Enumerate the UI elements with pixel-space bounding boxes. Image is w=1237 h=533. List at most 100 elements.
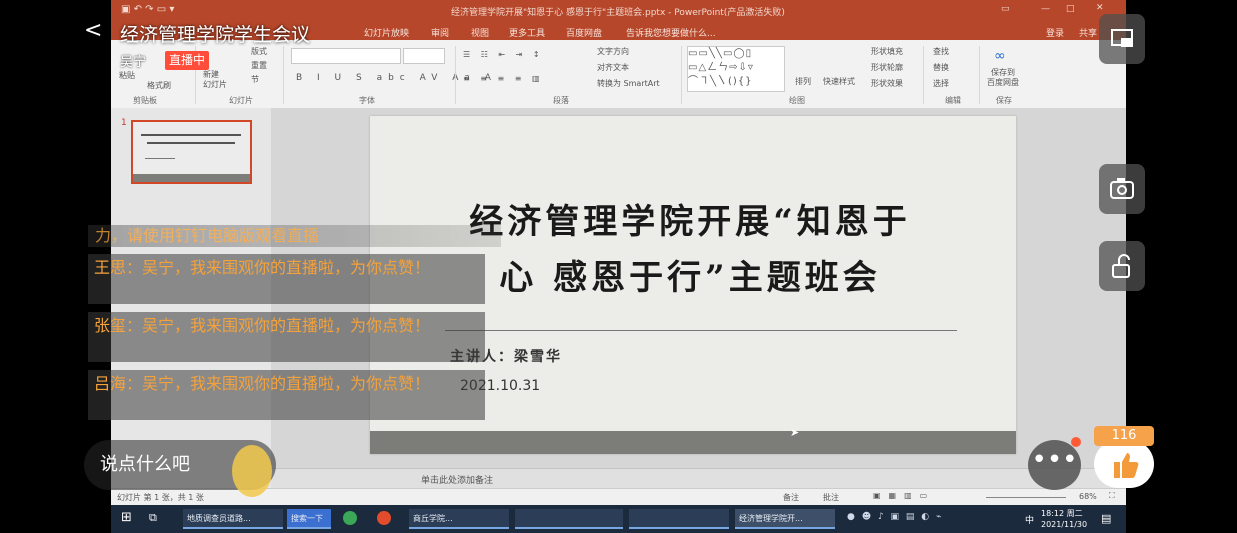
- notes-toggle-button[interactable]: 备注: [783, 492, 799, 503]
- baidu-netdisk-icon: ∞: [994, 48, 1006, 64]
- tab-more-tools[interactable]: 更多工具: [509, 26, 545, 39]
- like-button[interactable]: [1094, 440, 1154, 488]
- slide-footer-bar: [370, 431, 1016, 454]
- tell-me-search[interactable]: 告诉我您想要做什么...: [626, 26, 716, 39]
- ime-indicator[interactable]: 中: [1025, 513, 1034, 526]
- tab-slideshow[interactable]: 幻灯片放映: [364, 26, 409, 39]
- list-buttons[interactable]: ☰ ☷ ⇤ ⇥ ↕: [463, 50, 544, 59]
- clock-date[interactable]: 2021/11/30: [1041, 520, 1087, 529]
- windows-start-icon[interactable]: ⊞: [121, 510, 132, 525]
- align-text-button[interactable]: 对齐文本: [597, 62, 629, 73]
- notes-pane[interactable]: 单击此处添加备注: [271, 468, 1126, 489]
- font-size-select[interactable]: [403, 48, 445, 64]
- group-label-save: 保存: [996, 96, 1012, 105]
- fit-window-icon[interactable]: ⛶: [1109, 491, 1115, 501]
- taskbar-item[interactable]: [629, 509, 729, 529]
- ppt-titlebar: ▣ ↶ ↷ ▭ ▾ 经济管理学院开展"知恩于心 感恩于行"主题班会.pptx -…: [111, 0, 1126, 22]
- taskbar-item-powerpoint[interactable]: 经济管理学院开...: [735, 509, 835, 529]
- thumb-title-line: [141, 134, 241, 136]
- arrange-button[interactable]: 排列: [795, 76, 811, 87]
- chat-message: 吕海：吴宁，我来围观你的直播啦，为你点赞！: [88, 370, 485, 420]
- group-label-clipboard: 剪贴板: [133, 96, 157, 105]
- rotate-lock-button[interactable]: [1099, 241, 1145, 291]
- zoom-slider[interactable]: [986, 497, 1066, 498]
- paste-button[interactable]: 粘贴: [119, 70, 135, 81]
- shape-outline-button[interactable]: 形状轮廓: [871, 62, 903, 73]
- find-button[interactable]: 查找: [933, 46, 949, 57]
- restore-icon[interactable]: ▭: [1001, 4, 1010, 14]
- thumb-footer: [133, 174, 250, 182]
- group-label-paragraph: 段落: [553, 96, 569, 105]
- screen-switch-icon: [1111, 29, 1133, 47]
- tab-baidu-netdisk[interactable]: 百度网盘: [566, 26, 602, 39]
- quick-styles-button[interactable]: 快速样式: [823, 76, 855, 87]
- font-name-select[interactable]: [291, 48, 401, 64]
- view-buttons[interactable]: ▣▦▥▭: [873, 491, 935, 500]
- screen-mode-button[interactable]: [1099, 14, 1145, 64]
- smartart-button[interactable]: 转换为 SmartArt: [597, 78, 660, 89]
- group-divider: [681, 46, 682, 104]
- text-direction-button[interactable]: 文字方向: [597, 46, 629, 57]
- host-name[interactable]: 吴宁: [120, 51, 146, 70]
- group-divider: [979, 46, 980, 104]
- clock-time[interactable]: 18:12 周二: [1041, 508, 1083, 519]
- taskbar-search[interactable]: 搜索一下: [287, 509, 331, 529]
- thumb-title-line: [147, 142, 235, 144]
- slide-title-line: 心 感恩于行”主题班会: [499, 258, 881, 298]
- minimize-icon[interactable]: —: [1041, 4, 1050, 14]
- group-label-slides: 幻灯片: [229, 96, 253, 105]
- notification-icon[interactable]: ▤: [1101, 512, 1111, 525]
- group-divider: [923, 46, 924, 104]
- taskbar-item[interactable]: 商丘学院...: [409, 509, 509, 529]
- stream-title: 经济管理学院学生会议: [120, 24, 311, 46]
- chat-hint-message: 力，请使用钉钉电脑版观看直播: [88, 225, 501, 247]
- share-button[interactable]: 共享: [1079, 26, 1097, 39]
- live-stream-screen: ▣ ↶ ↷ ▭ ▾ 经济管理学院开展"知恩于心 感恩于行"主题班会.pptx -…: [0, 0, 1237, 533]
- notification-dot: [1071, 437, 1081, 447]
- thumb-text-line: [145, 158, 175, 159]
- save-baidu-button[interactable]: 保存到 百度网盘: [987, 68, 1019, 88]
- zoom-level[interactable]: 68%: [1079, 492, 1097, 501]
- layout-button[interactable]: 版式: [251, 46, 267, 57]
- taskbar-item[interactable]: [515, 509, 623, 529]
- back-arrow-icon[interactable]: <: [84, 20, 106, 44]
- shapes-gallery[interactable]: ▭▭╲╲▭◯▯ ▭△ㄥㄣ⇨⇩▿ ⌒㇕╲〵(){}: [687, 46, 785, 92]
- align-buttons[interactable]: ≡ ≡ ≡ ≡ ▥: [463, 74, 544, 83]
- slide-thumbnail[interactable]: [131, 120, 252, 184]
- taskbar-item[interactable]: 地质调查员道路...: [183, 509, 283, 529]
- screenshot-button[interactable]: [1099, 164, 1145, 214]
- task-view-icon[interactable]: ⧉: [149, 511, 157, 525]
- chat-message: 张玺：吴宁，我来围观你的直播啦，为你点赞！: [88, 312, 485, 362]
- notes-placeholder: 单击此处添加备注: [421, 476, 494, 486]
- reset-button[interactable]: 重置: [251, 60, 267, 71]
- unlock-icon: [1112, 254, 1130, 278]
- group-divider: [455, 46, 456, 104]
- like-count-badge: 116: [1094, 426, 1154, 446]
- camera-icon: [1110, 178, 1134, 199]
- new-slide-button[interactable]: 新建 幻灯片: [203, 70, 227, 90]
- format-painter-button[interactable]: 格式刷: [147, 80, 171, 91]
- group-divider: [283, 46, 284, 104]
- tab-view[interactable]: 视图: [471, 26, 489, 39]
- slide-title: 经济管理学院开展“知恩于 心 感恩于行”主题班会: [410, 194, 970, 306]
- more-options-button[interactable]: •••: [1028, 440, 1081, 490]
- mouse-cursor-icon: ➤: [790, 426, 800, 439]
- ribbon: 粘贴 格式刷 剪贴板 新建 幻灯片 版式 重置 节 幻灯片 B I U S ab…: [111, 40, 1126, 109]
- select-button[interactable]: 选择: [933, 78, 949, 89]
- emoji-sticker-icon: [232, 445, 272, 497]
- quick-access-icons[interactable]: ▣ ↶ ↷ ▭ ▾: [121, 4, 174, 15]
- app-icon[interactable]: [343, 511, 357, 525]
- login-link[interactable]: 登录: [1046, 26, 1064, 39]
- slide-number: 1: [121, 118, 127, 128]
- shape-fill-button[interactable]: 形状填充: [871, 46, 903, 57]
- maximize-icon[interactable]: □: [1066, 4, 1075, 14]
- close-icon[interactable]: ✕: [1096, 3, 1104, 13]
- section-button[interactable]: 节: [251, 74, 259, 85]
- replace-button[interactable]: 替换: [933, 62, 949, 73]
- tab-review[interactable]: 审阅: [431, 26, 449, 39]
- comments-toggle-button[interactable]: 批注: [823, 492, 839, 503]
- tray-icons[interactable]: ● ☻ ♪ ▣ ▤ ◐ ⌁: [847, 512, 943, 522]
- shape-effects-button[interactable]: 形状效果: [871, 78, 903, 89]
- chrome-icon[interactable]: [377, 511, 391, 525]
- windows-taskbar: ⊞ ⧉ 地质调查员道路... 搜索一下 商丘学院... 经济管理学院开... ●…: [111, 505, 1126, 533]
